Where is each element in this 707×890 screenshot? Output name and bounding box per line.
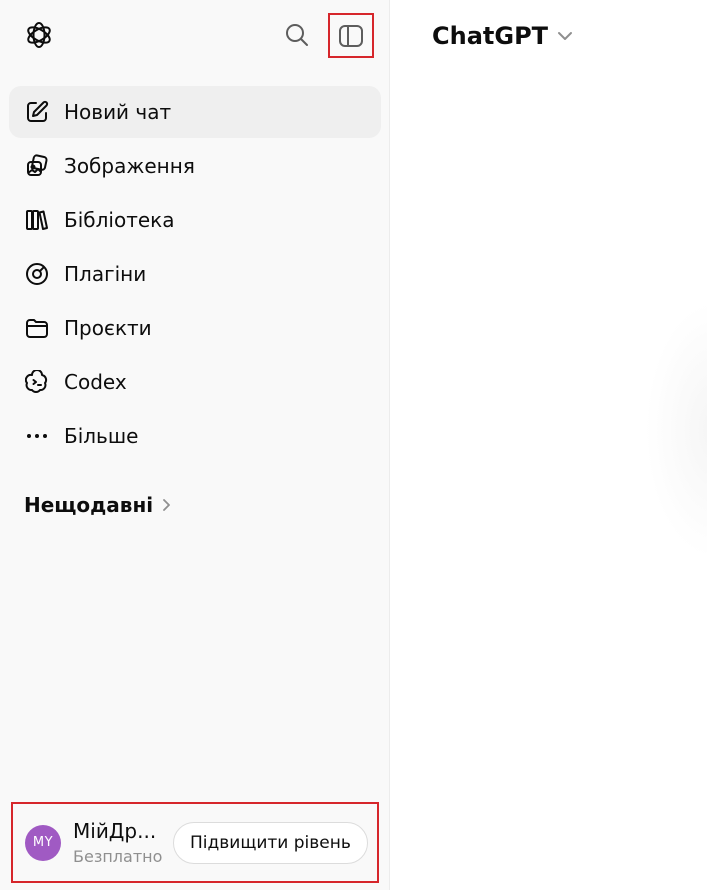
openai-logo-icon[interactable]	[22, 18, 56, 52]
sidebar-item-new-chat[interactable]: Новий чат	[9, 86, 381, 138]
upgrade-button[interactable]: Підвищити рівень	[173, 821, 368, 864]
chevron-down-icon	[556, 30, 574, 42]
search-icon	[286, 24, 308, 46]
sidebar-item-more[interactable]: Більше	[9, 410, 381, 462]
account-panel[interactable]: MY МійДр... Безплатно Підвищити рівень	[11, 802, 379, 883]
account-name: МійДр...	[73, 819, 157, 843]
account-plan: Безплатно	[73, 847, 163, 866]
toggle-sidebar-button[interactable]	[328, 13, 374, 58]
sidebar-item-label: Проєкти	[64, 316, 152, 340]
folder-icon	[24, 315, 50, 341]
library-icon	[24, 207, 50, 233]
recent-section-label: Нещодавні	[24, 493, 154, 517]
new-chat-icon	[24, 99, 50, 125]
sidebar: Новий чат Зображення Бібліотека Плагіни …	[0, 0, 390, 890]
sidebar-item-label: Новий чат	[64, 100, 172, 124]
sidebar-item-projects[interactable]: Проєкти	[9, 302, 381, 354]
sidebar-item-label: Зображення	[64, 154, 195, 178]
model-name: ChatGPT	[432, 22, 549, 50]
plugins-icon	[24, 261, 50, 287]
model-selector[interactable]: ChatGPT	[432, 18, 574, 54]
sidebar-item-images[interactable]: Зображення	[9, 140, 381, 192]
chevron-right-icon	[161, 498, 173, 512]
sidebar-item-codex[interactable]: Codex	[9, 356, 381, 408]
account-info[interactable]: МійДр... Безплатно	[73, 819, 169, 866]
background-glow	[645, 300, 707, 560]
app-window: Новий чат Зображення Бібліотека Плагіни …	[0, 0, 707, 890]
avatar[interactable]: MY	[25, 824, 61, 861]
more-icon	[24, 423, 50, 449]
sidebar-item-label: Codex	[64, 370, 127, 394]
sidebar-item-label: Бібліотека	[64, 208, 175, 232]
sidebar-nav: Новий чат Зображення Бібліотека Плагіни …	[9, 86, 381, 464]
recent-section-toggle[interactable]: Нещодавні	[24, 493, 173, 517]
search-button[interactable]	[280, 18, 314, 52]
sidebar-item-label: Більше	[64, 424, 139, 448]
sidebar-toggle-icon	[339, 24, 363, 47]
main-content: ChatGPT	[390, 0, 707, 890]
sidebar-item-label: Плагіни	[64, 262, 147, 286]
codex-icon	[24, 369, 50, 395]
images-icon	[24, 153, 50, 179]
sidebar-item-plugins[interactable]: Плагіни	[9, 248, 381, 300]
sidebar-item-library[interactable]: Бібліотека	[9, 194, 381, 246]
